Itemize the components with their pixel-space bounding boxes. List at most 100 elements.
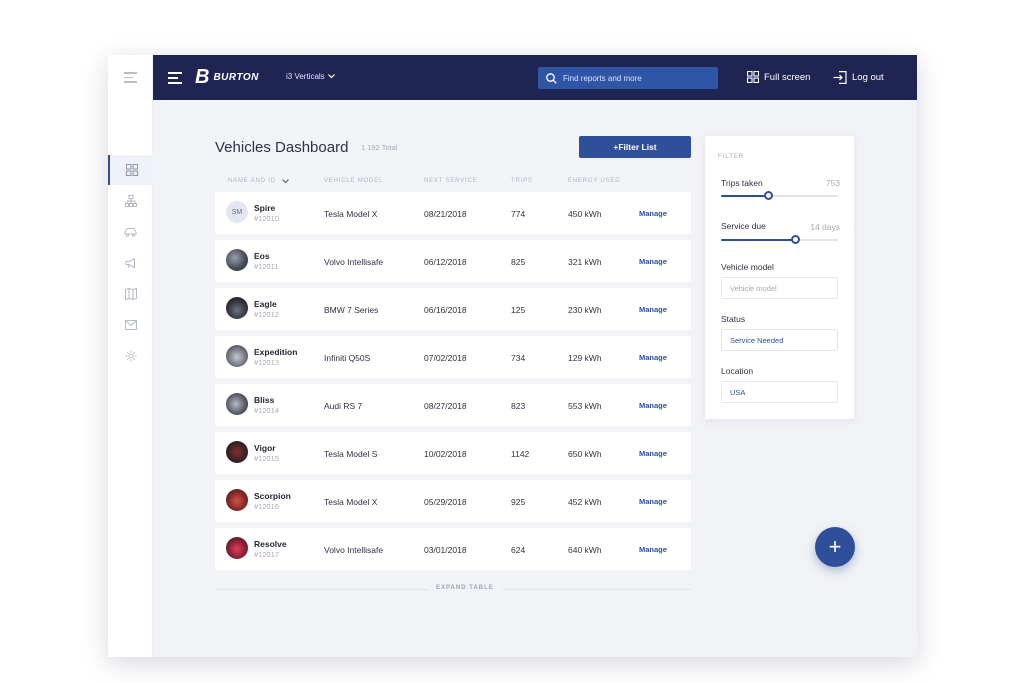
trips: 125 <box>511 305 526 315</box>
avatar <box>226 249 248 271</box>
next-service: 05/29/2018 <box>424 497 467 507</box>
table-row[interactable]: SM Spire #12010 Tesla Model X 08/21/2018… <box>215 192 691 234</box>
table-row[interactable]: Eagle #12012 BMW 7 Series 06/16/2018 125… <box>215 288 691 330</box>
energy-used: 230 kWh <box>568 305 602 315</box>
avatar <box>226 441 248 463</box>
trips: 1142 <box>511 449 530 459</box>
energy-used: 452 kWh <box>568 497 602 507</box>
avatar <box>226 537 248 559</box>
table-row[interactable]: Expedition #12013 Infiniti Q50S 07/02/20… <box>215 336 691 378</box>
vehicle-model: BMW 7 Series <box>324 305 379 315</box>
vehicle-name: Bliss <box>254 395 275 405</box>
brand-logo[interactable]: B BURTON <box>195 67 259 87</box>
table-row[interactable]: Eos #12011 Volvo Intellisafe 06/12/2018 … <box>215 240 691 282</box>
status-label: Status <box>721 314 746 324</box>
status-field[interactable]: Service Needed <box>721 329 838 351</box>
rail-item-mail[interactable] <box>108 310 153 340</box>
logout-label: Log out <box>852 72 884 83</box>
column-header-name[interactable]: NAME AND ID <box>228 178 289 184</box>
service-slider-handle[interactable] <box>790 235 800 244</box>
search-input[interactable] <box>563 73 703 83</box>
page-title: Vehicles Dashboard <box>215 139 349 156</box>
vehicle-name: Spire <box>254 203 276 213</box>
manage-link[interactable]: Manage <box>639 497 667 506</box>
manage-link[interactable]: Manage <box>639 257 667 266</box>
rail-item-map[interactable] <box>108 279 153 309</box>
vehicle-model-label: Vehicle model <box>721 262 774 272</box>
energy-used: 450 kWh <box>568 209 602 219</box>
vehicle-id: #12011 <box>254 262 279 271</box>
table-row[interactable]: Resolve #12017 Volvo Intellisafe 03/01/2… <box>215 528 691 570</box>
brand-name: BURTON <box>213 71 259 83</box>
trips: 825 <box>511 257 526 267</box>
hierarchy-icon <box>124 195 137 207</box>
trips-slider-handle[interactable] <box>763 191 773 200</box>
manage-link[interactable]: Manage <box>639 305 667 314</box>
vertical-selector[interactable]: i3 Verticals <box>286 72 335 81</box>
rail-menu-icon[interactable] <box>124 72 137 86</box>
rail-item-announcements[interactable] <box>108 248 153 278</box>
vehicle-model-field[interactable]: Vehicle model <box>721 277 838 299</box>
filter-panel: FILTER Trips taken 753 Service due 14 da… <box>705 136 854 419</box>
location-field[interactable]: USA <box>721 381 838 403</box>
energy-used: 321 kWh <box>568 257 602 267</box>
logout-button[interactable]: Log out <box>833 71 884 84</box>
total-count: 1 192 Total <box>361 143 398 152</box>
location-label: Location <box>721 366 754 376</box>
filter-list-button[interactable]: +Filter List <box>579 136 691 158</box>
search-bar[interactable] <box>538 67 718 89</box>
menu-icon[interactable] <box>168 72 182 87</box>
trips-slider-fill <box>721 195 768 197</box>
vehicle-id: #12010 <box>254 214 280 223</box>
side-rail <box>108 55 153 657</box>
table-row[interactable]: Scorpion #12016 Tesla Model X 05/29/2018… <box>215 480 691 522</box>
next-service: 08/27/2018 <box>424 401 467 411</box>
add-vehicle-button[interactable]: + <box>815 527 855 567</box>
manage-link[interactable]: Manage <box>639 449 667 458</box>
trips-taken-slider[interactable] <box>721 191 838 200</box>
next-service: 03/01/2018 <box>424 545 467 555</box>
fullscreen-button[interactable]: Full screen <box>747 71 810 83</box>
avatar <box>226 297 248 319</box>
next-service: 06/16/2018 <box>424 305 467 315</box>
trips: 624 <box>511 545 526 555</box>
vehicle-model: Tesla Model X <box>324 209 378 219</box>
manage-link[interactable]: Manage <box>639 353 667 362</box>
rail-item-settings[interactable] <box>108 341 153 371</box>
gear-icon <box>125 350 136 362</box>
map-icon <box>124 288 137 300</box>
manage-link[interactable]: Manage <box>639 401 667 410</box>
car-icon <box>124 228 137 237</box>
vehicle-name: Vigor <box>254 443 276 453</box>
table-row[interactable]: Bliss #12014 Audi RS 7 08/27/2018 823 55… <box>215 384 691 426</box>
manage-link[interactable]: Manage <box>639 545 667 554</box>
brand-mark: B <box>195 66 210 88</box>
next-service: 10/02/2018 <box>424 449 467 459</box>
manage-link[interactable]: Manage <box>639 209 667 218</box>
grid-icon <box>125 164 138 176</box>
vehicle-name: Scorpion <box>254 491 291 501</box>
service-due-value: 14 days <box>810 222 840 232</box>
rail-item-hierarchy[interactable] <box>108 186 153 216</box>
vehicle-id: #12015 <box>254 454 280 463</box>
column-header-trips: TRIPS <box>511 178 533 184</box>
megaphone-icon <box>125 257 135 269</box>
next-service: 06/12/2018 <box>424 257 467 267</box>
rail-item-vehicles[interactable] <box>108 217 153 247</box>
vehicle-name: Eagle <box>254 299 277 309</box>
column-header-model: VEHICLE MODEL <box>324 178 384 184</box>
filter-title: FILTER <box>718 154 745 160</box>
fullscreen-label: Full screen <box>764 71 811 83</box>
service-due-label: Service due <box>721 221 766 231</box>
service-due-slider[interactable] <box>721 235 838 244</box>
energy-used: 640 kWh <box>568 545 602 555</box>
energy-used: 129 kWh <box>568 353 602 363</box>
chevron-down-icon <box>281 178 289 183</box>
rail-item-dashboard[interactable] <box>108 155 153 185</box>
expand-table-button[interactable]: EXPAND TABLE <box>428 585 502 591</box>
top-bar: B BURTON i3 Verticals Full screen Log ou… <box>153 55 917 100</box>
table-row[interactable]: Vigor #12015 Tesla Model S 10/02/2018 11… <box>215 432 691 474</box>
trips-taken-value: 753 <box>825 178 840 188</box>
app-window: B BURTON i3 Verticals Full screen Log ou… <box>108 55 917 657</box>
logout-icon <box>833 71 847 84</box>
